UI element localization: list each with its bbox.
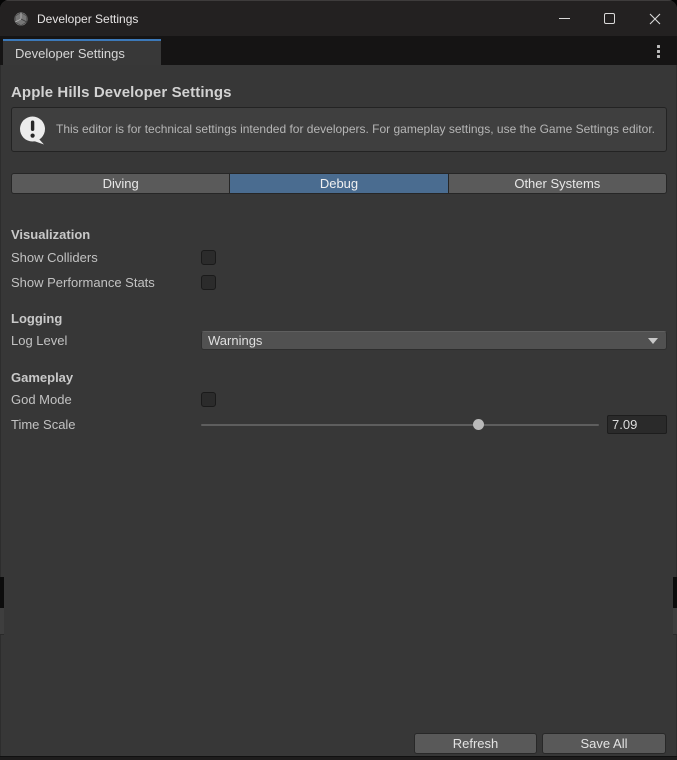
editor-tab-label: Developer Settings	[15, 46, 125, 61]
footer-actions: Refresh Save All	[414, 733, 666, 754]
window-title: Developer Settings	[37, 12, 138, 26]
tab-other-systems[interactable]: Other Systems	[448, 173, 667, 194]
row-show-performance-stats: Show Performance Stats	[11, 270, 667, 295]
caret-down-icon	[648, 338, 658, 344]
speech-bubble-exclamation-icon	[18, 115, 48, 145]
tab-debug[interactable]: Debug	[229, 173, 447, 194]
developer-settings-window: Developer Settings Developer Settings Ap…	[0, 0, 677, 760]
row-log-level: Log Level Warnings	[11, 328, 667, 353]
row-show-colliders: Show Colliders	[11, 245, 667, 270]
category-tab-bar: Diving Debug Other Systems	[11, 173, 667, 194]
window-titlebar[interactable]: Developer Settings	[0, 0, 677, 36]
god-mode-checkbox[interactable]	[201, 392, 216, 407]
editor-tabbar: Developer Settings	[0, 36, 677, 65]
kebab-menu-icon	[657, 45, 660, 58]
settings-panel: Apple Hills Developer Settings This edit…	[0, 65, 677, 760]
window-edge-artifact	[673, 608, 677, 635]
log-level-label: Log Level	[11, 333, 201, 348]
maximize-button[interactable]	[587, 1, 632, 36]
section-gameplay: Gameplay	[11, 370, 667, 386]
window-edge-artifact	[0, 608, 4, 635]
row-god-mode: God Mode	[11, 387, 667, 412]
refresh-button[interactable]: Refresh	[414, 733, 537, 754]
unity-app-icon	[13, 11, 29, 27]
window-edge-artifact	[673, 577, 677, 608]
god-mode-label: God Mode	[11, 392, 201, 407]
minimize-button[interactable]	[542, 1, 587, 36]
page-title: Apple Hills Developer Settings	[11, 84, 667, 101]
info-help-box: This editor is for technical settings in…	[11, 107, 667, 152]
window-bottom-edge	[0, 756, 677, 760]
tab-developer-settings[interactable]: Developer Settings	[3, 39, 161, 65]
slider-thumb[interactable]	[473, 419, 484, 430]
window-edge-artifact	[0, 577, 4, 608]
maximize-icon	[604, 13, 615, 24]
show-colliders-checkbox[interactable]	[201, 250, 216, 265]
time-scale-slider[interactable]	[201, 415, 599, 434]
show-performance-stats-label: Show Performance Stats	[11, 275, 201, 290]
minimize-icon	[559, 18, 570, 19]
tab-context-menu-button[interactable]	[647, 40, 669, 62]
time-scale-value-field[interactable]	[607, 415, 667, 434]
close-button[interactable]	[632, 1, 677, 36]
slider-track[interactable]	[201, 424, 599, 426]
log-level-value: Warnings	[208, 333, 648, 348]
time-scale-label: Time Scale	[11, 417, 201, 432]
save-all-button[interactable]: Save All	[542, 733, 666, 754]
tab-diving[interactable]: Diving	[11, 173, 229, 194]
log-level-dropdown[interactable]: Warnings	[201, 331, 667, 350]
close-icon	[649, 13, 661, 25]
window-controls	[542, 1, 677, 37]
info-help-text: This editor is for technical settings in…	[56, 122, 655, 137]
row-time-scale: Time Scale	[11, 412, 667, 437]
show-colliders-label: Show Colliders	[11, 250, 201, 265]
show-performance-stats-checkbox[interactable]	[201, 275, 216, 290]
section-visualization: Visualization	[11, 227, 667, 243]
section-logging: Logging	[11, 311, 667, 327]
